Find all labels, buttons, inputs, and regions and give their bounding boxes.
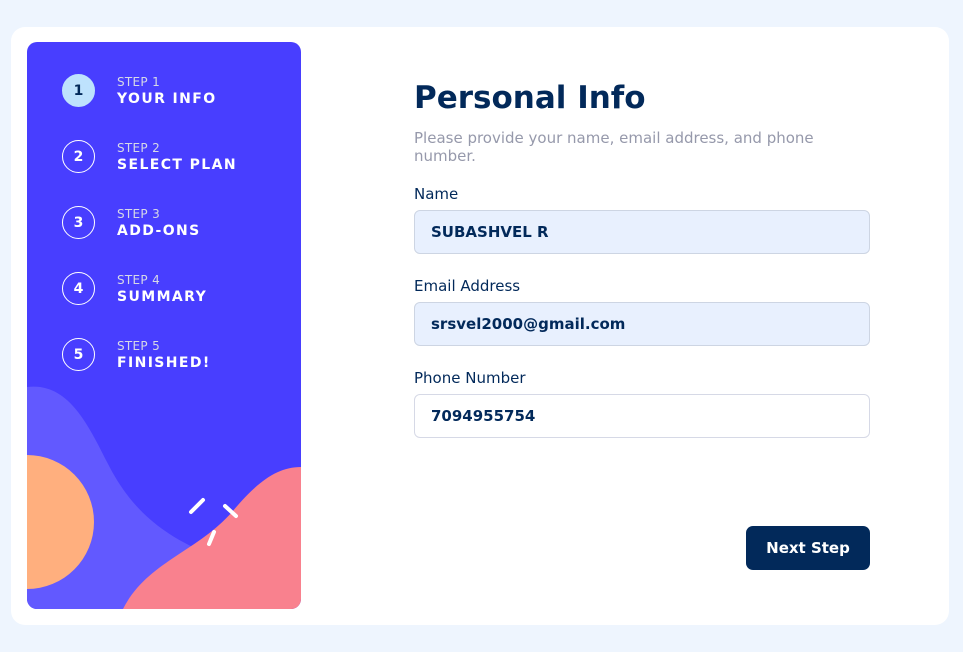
step-text-2: STEP 2 SELECT PLAN (117, 141, 237, 173)
step-label-2: STEP 2 (117, 140, 161, 155)
step-number-2: 2 (62, 140, 95, 173)
step-label-1: STEP 1 (117, 74, 161, 89)
step-text-4: STEP 4 SUMMARY (117, 273, 207, 305)
step-number-5: 5 (62, 338, 95, 371)
step-label-3: STEP 3 (117, 206, 161, 221)
sparkle-line-1 (189, 498, 205, 514)
step-item-5[interactable]: 5 STEP 5 FINISHED! (62, 338, 211, 371)
step-text-1: STEP 1 YOUR INFO (117, 75, 217, 107)
page-subtitle: Please provide your name, email address,… (414, 129, 814, 165)
step-title-4: SUMMARY (117, 288, 208, 305)
step-title-2: SELECT PLAN (117, 156, 237, 173)
step-item-3[interactable]: 3 STEP 3 ADD-ONS (62, 206, 201, 239)
email-label: Email Address (414, 277, 521, 295)
step-number-3: 3 (62, 206, 95, 239)
name-label: Name (414, 185, 459, 203)
step-title-3: ADD-ONS (117, 222, 201, 239)
step-title-5: FINISHED! (117, 354, 211, 371)
email-field-group: Email Address (414, 277, 870, 346)
name-field-group: Name (414, 185, 870, 254)
phone-label: Phone Number (414, 369, 526, 387)
phone-input[interactable] (414, 394, 870, 438)
step-number-1: 1 (62, 74, 95, 107)
step-text-3: STEP 3 ADD-ONS (117, 207, 201, 239)
step-label-5: STEP 5 (117, 338, 161, 353)
name-input[interactable] (414, 210, 870, 254)
step-title-1: YOUR INFO (117, 90, 217, 107)
next-step-button[interactable]: Next Step (746, 526, 870, 570)
steps-sidebar: 1 STEP 1 YOUR INFO 2 STEP 2 SELECT PLAN … (27, 42, 301, 609)
step-number-4: 4 (62, 272, 95, 305)
page-title: Personal Info (414, 80, 646, 116)
step-item-4[interactable]: 4 STEP 4 SUMMARY (62, 272, 207, 305)
phone-field-group: Phone Number (414, 369, 870, 438)
email-input[interactable] (414, 302, 870, 346)
step-text-5: STEP 5 FINISHED! (117, 339, 211, 371)
step-item-1[interactable]: 1 STEP 1 YOUR INFO (62, 74, 217, 107)
step-item-2[interactable]: 2 STEP 2 SELECT PLAN (62, 140, 237, 173)
sidebar-background-graphic (27, 386, 301, 609)
personal-info-form: Personal Info Please provide your name, … (414, 80, 870, 438)
step-label-4: STEP 4 (117, 272, 161, 287)
